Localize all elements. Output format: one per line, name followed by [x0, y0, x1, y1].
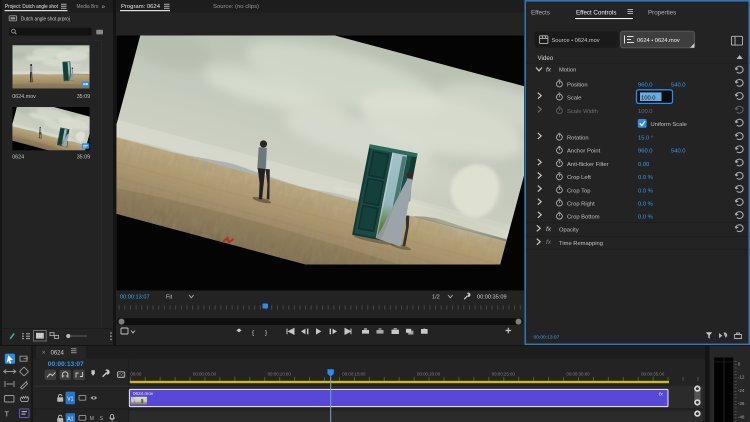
- svg-text:00:00:35:00: 00:00:35:00: [641, 371, 665, 376]
- svg-text:Crop Bottom: Crop Bottom: [567, 215, 600, 221]
- svg-text:960.0: 960.0: [638, 82, 653, 88]
- svg-text:Source: (no clips): Source: (no clips): [213, 4, 259, 10]
- svg-text:A1: A1: [67, 416, 73, 422]
- svg-text:Anchor Point: Anchor Point: [567, 149, 601, 155]
- svg-text:0624 • 0624.mov: 0624 • 0624.mov: [637, 38, 680, 44]
- svg-text:-48: -48: [738, 415, 745, 420]
- svg-text:Rotation: Rotation: [567, 136, 589, 142]
- svg-text:Effects: Effects: [531, 10, 550, 17]
- svg-text:15.0 °: 15.0 °: [638, 136, 653, 142]
- svg-text:00:00:05:00: 00:00:05:00: [193, 371, 217, 376]
- svg-text:Crop Right: Crop Right: [567, 201, 595, 207]
- svg-text:35:09: 35:09: [77, 94, 91, 100]
- svg-text:00:00:13:07: 00:00:13:07: [48, 361, 84, 368]
- svg-text:T: T: [5, 410, 10, 419]
- svg-text:V1: V1: [67, 397, 73, 403]
- svg-text:1/2: 1/2: [432, 295, 440, 301]
- svg-text:Source • 0624.mov: Source • 0624.mov: [552, 38, 600, 44]
- svg-text:0.0 %: 0.0 %: [638, 188, 653, 194]
- svg-text:Uniform Scale: Uniform Scale: [651, 122, 687, 128]
- svg-text:Program: 0624: Program: 0624: [121, 4, 160, 10]
- svg-text:00:00:15:00: 00:00:15:00: [342, 371, 366, 376]
- svg-text:Position: Position: [567, 82, 588, 88]
- svg-text:Scale: Scale: [567, 95, 582, 101]
- svg-text:00:00:13:07: 00:00:13:07: [120, 295, 150, 301]
- svg-text:0624: 0624: [51, 351, 65, 357]
- svg-text:0624: 0624: [12, 155, 24, 161]
- svg-text:»: »: [102, 3, 106, 10]
- svg-text:00:00:20:00: 00:00:20:00: [417, 371, 441, 376]
- svg-text:35:09: 35:09: [77, 155, 91, 161]
- svg-text:-36: -36: [738, 401, 745, 406]
- svg-text:Crop Left: Crop Left: [567, 175, 591, 181]
- svg-text:×: ×: [42, 351, 46, 357]
- svg-text:0.0 %: 0.0 %: [638, 201, 653, 207]
- svg-text:00:00:10:00: 00:00:10:00: [268, 371, 292, 376]
- svg-text:Project: Dutch angle shot: Project: Dutch angle shot: [5, 4, 58, 10]
- svg-text:Video: Video: [538, 55, 554, 62]
- svg-text:100.0: 100.0: [638, 109, 653, 115]
- svg-text:0.00: 0.00: [638, 162, 649, 168]
- svg-text:Fit: Fit: [166, 295, 173, 301]
- svg-text:fx: fx: [659, 391, 663, 397]
- svg-text:CC: CC: [118, 373, 124, 378]
- svg-text:-24: -24: [738, 388, 745, 393]
- svg-text:0.0 %: 0.0 %: [638, 175, 653, 181]
- svg-text:Anti-flicker Filter: Anti-flicker Filter: [567, 162, 609, 168]
- svg-text:00:00:35:09: 00:00:35:09: [477, 295, 507, 301]
- svg-text:960.0: 960.0: [638, 149, 653, 155]
- svg-text:00:00: 00:00: [130, 371, 142, 376]
- svg-text:0624.mov: 0624.mov: [133, 391, 154, 396]
- svg-text:Crop Top: Crop Top: [567, 188, 590, 194]
- svg-text:Dutch angle shot.prproj: Dutch angle shot.prproj: [21, 17, 70, 23]
- svg-text:540.0: 540.0: [671, 149, 686, 155]
- svg-text:Effect Controls: Effect Controls: [576, 10, 616, 17]
- svg-text:-12: -12: [738, 375, 745, 380]
- svg-text:Properties: Properties: [648, 10, 676, 17]
- svg-text:00:00:30:00: 00:00:30:00: [566, 371, 590, 376]
- svg-text:0624.mov: 0624.mov: [12, 94, 36, 100]
- svg-text:00:00:13:07: 00:00:13:07: [534, 334, 560, 340]
- svg-text:Motion: Motion: [559, 67, 576, 73]
- svg-text:Opacity: Opacity: [559, 228, 579, 234]
- svg-text:M: M: [90, 416, 94, 422]
- svg-text:Time Remapping: Time Remapping: [559, 241, 603, 247]
- svg-text:Scale Width: Scale Width: [567, 109, 598, 115]
- svg-text:540.0: 540.0: [671, 82, 686, 88]
- svg-text:0.0 %: 0.0 %: [638, 215, 653, 221]
- svg-text:00:00:25:00: 00:00:25:00: [492, 371, 516, 376]
- svg-text:0: 0: [738, 361, 741, 366]
- svg-text:Media Bro: Media Bro: [77, 4, 99, 10]
- svg-text:100.0: 100.0: [641, 96, 656, 102]
